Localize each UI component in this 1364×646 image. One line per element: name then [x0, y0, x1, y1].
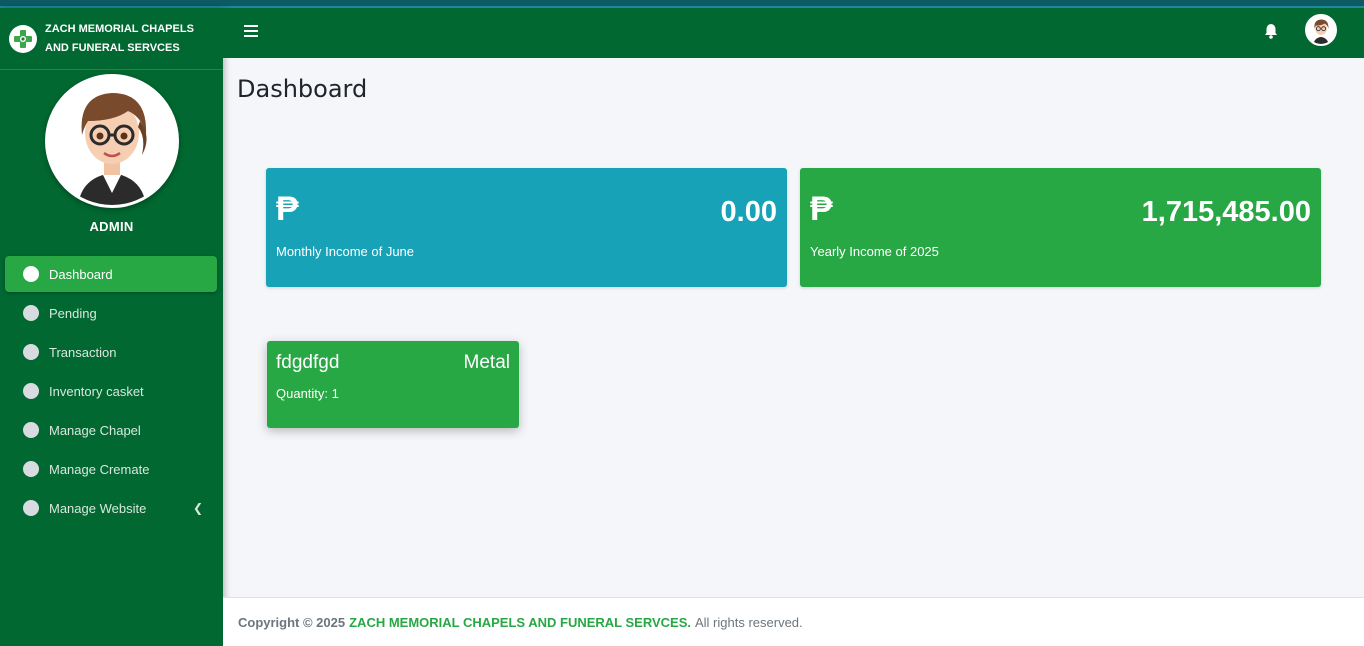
hamburger-icon[interactable]	[244, 25, 258, 40]
user-panel: ADMIN	[0, 70, 223, 234]
monthly-income-value: 0.00	[720, 196, 777, 228]
sidebar-item-label: Manage Cremate	[49, 461, 150, 477]
yearly-income-card: ₱ 1,715,485.00 Yearly Income of 2025	[800, 168, 1321, 287]
sidebar-item-manage-cremate[interactable]: Manage Cremate	[5, 451, 217, 487]
browser-top-strip	[0, 0, 1364, 8]
sidebar: ZACH MEMORIAL CHAPELS AND FUNERAL SERVCE…	[0, 8, 223, 646]
sidebar-item-dashboard[interactable]: Dashboard	[5, 256, 217, 292]
monthly-income-card: ₱ 0.00 Monthly Income of June	[266, 168, 787, 287]
circle-icon	[23, 266, 39, 282]
yearly-income-label: Yearly Income of 2025	[810, 244, 939, 259]
top-navbar	[223, 8, 1364, 58]
sidebar-item-inventory-casket[interactable]: Inventory casket	[5, 373, 217, 409]
peso-icon: ₱	[810, 190, 833, 228]
circle-icon	[23, 422, 39, 438]
sidebar-nav: Dashboard Pending Transaction Inventory …	[0, 256, 223, 526]
sidebar-item-label: Manage Website	[49, 500, 147, 516]
brand-link[interactable]: ZACH MEMORIAL CHAPELS AND FUNERAL SERVCE…	[0, 8, 223, 70]
footer: Copyright © 2025 ZACH MEMORIAL CHAPELS A…	[223, 597, 1364, 646]
circle-icon	[23, 383, 39, 399]
footer-rights: All rights reserved.	[695, 614, 803, 630]
inventory-item-type: Metal	[463, 352, 510, 373]
circle-icon	[23, 305, 39, 321]
inventory-item-name: fdgdfgd	[276, 352, 340, 373]
sidebar-item-label: Pending	[49, 305, 97, 321]
brand-name-line1: ZACH MEMORIAL CHAPELS	[45, 22, 194, 35]
inventory-item-card: fdgdfgd Metal Quantity: 1	[267, 341, 519, 428]
brand-name: ZACH MEMORIAL CHAPELS AND FUNERAL SERVCE…	[45, 20, 205, 58]
sidebar-item-label: Transaction	[49, 344, 117, 360]
sidebar-item-transaction[interactable]: Transaction	[5, 334, 217, 370]
monthly-income-label: Monthly Income of June	[276, 244, 415, 259]
yearly-income-value: 1,715,485.00	[1141, 196, 1311, 228]
inventory-item-quantity: Quantity: 1	[276, 386, 339, 401]
user-name: ADMIN	[89, 219, 134, 234]
sidebar-item-label: Manage Chapel	[49, 422, 141, 438]
circle-icon	[23, 344, 39, 360]
footer-copyright: Copyright © 2025	[238, 614, 346, 630]
circle-icon	[23, 500, 39, 516]
sidebar-item-manage-website[interactable]: Manage Website ❮	[5, 490, 217, 526]
sidebar-item-label: Inventory casket	[49, 383, 144, 399]
sidebar-item-pending[interactable]: Pending	[5, 295, 217, 331]
admin-avatar[interactable]	[44, 74, 179, 208]
peso-icon: ₱	[276, 190, 299, 228]
footer-brand-link[interactable]: ZACH MEMORIAL CHAPELS AND FUNERAL SERVCE…	[349, 615, 691, 630]
cross-emblem-icon	[9, 24, 37, 53]
user-avatar[interactable]	[1305, 14, 1337, 46]
page-title: Dashboard	[237, 75, 368, 103]
circle-icon	[23, 461, 39, 477]
sidebar-item-label: Dashboard	[49, 266, 113, 282]
bell-icon[interactable]	[1264, 23, 1278, 44]
chevron-left-icon: ❮	[192, 501, 203, 515]
brand-name-line2: AND FUNERAL SERVCES	[45, 41, 180, 54]
sidebar-item-manage-chapel[interactable]: Manage Chapel	[5, 412, 217, 448]
